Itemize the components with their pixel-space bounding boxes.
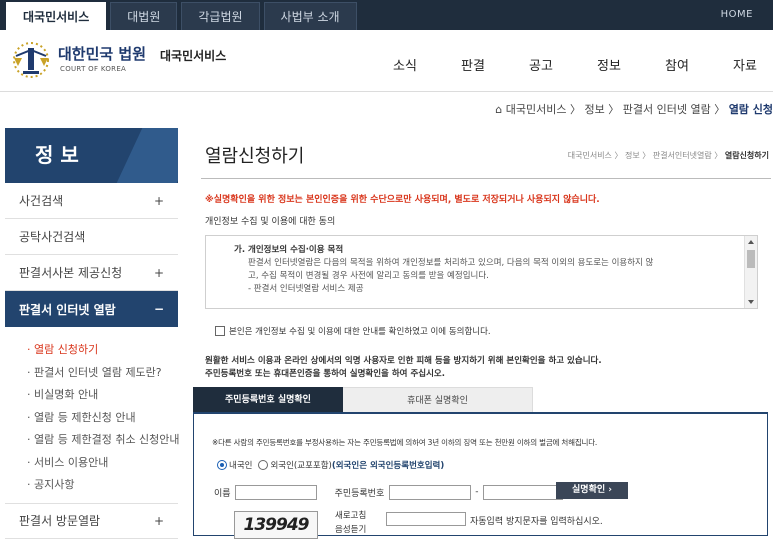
breadcrumb: ⌂ 대국민서비스 〉 정보 〉 판결서 인터넷 열람 〉 열람 신청 bbox=[495, 101, 773, 117]
sidebar: 정 보 사건검색 + 공탁사건검색 판결서사본 제공신청 + 판결서 인터넷 열… bbox=[5, 128, 180, 539]
submenu-restriction-request[interactable]: · 열람 등 제한신청 안내 bbox=[27, 407, 178, 430]
guide-line: 원활한 서비스 이용과 온라인 상에서의 익명 사용자로 인한 피해 등을 방지… bbox=[205, 356, 602, 366]
tab-phone-verify[interactable]: 휴대폰 실명확인 bbox=[343, 387, 533, 413]
verify-button[interactable]: 실명확인 › bbox=[556, 482, 628, 499]
nationality-radios: 내국인 외국인(교포포함) (외국인은 외국인등록번호입력) bbox=[217, 459, 444, 471]
submenu-restriction-cancel[interactable]: · 열람 등 제한결정 취소 신청안내 bbox=[27, 429, 180, 452]
verification-tabs: 주민등록번호 실명확인 휴대폰 실명확인 bbox=[193, 387, 773, 413]
chevron-right-icon: 〉 bbox=[608, 103, 623, 116]
sidebar-item-label: 사건검색 bbox=[19, 194, 64, 208]
sidebar-item-copy-request[interactable]: 판결서사본 제공신청 + bbox=[5, 255, 178, 291]
consent-line: 고, 수집 목적이 변경될 경우 사전에 알리고 동의를 받을 예정입니다. bbox=[248, 271, 489, 281]
main-content: 열람신청하기 대국민서비스 〉 정보 〉 판결서인터넷열람 〉 열람신청하기 ※… bbox=[193, 128, 773, 539]
captcha-refresh-link[interactable]: 새로고침 bbox=[335, 509, 366, 523]
radio-foreign[interactable] bbox=[258, 460, 269, 470]
breadcrumb-item-judgment[interactable]: 판결서 인터넷 열람 bbox=[623, 103, 711, 116]
rrn-label: 주민등록번호 bbox=[334, 488, 385, 499]
submenu-notices[interactable]: · 공지사항 bbox=[27, 474, 178, 497]
chevron-right-icon: 〉 bbox=[714, 103, 729, 116]
minus-icon: − bbox=[153, 302, 164, 316]
rrn-second-input[interactable] bbox=[482, 484, 563, 500]
plus-icon: + bbox=[153, 513, 164, 528]
verification-guide: 원활한 서비스 이용과 온라인 상에서의 익명 사용자로 인한 피해 등을 방지… bbox=[205, 355, 602, 381]
page-title: 열람신청하기 bbox=[205, 146, 305, 167]
sidebar-item-visit-view[interactable]: 판결서 방문열람 + bbox=[5, 502, 178, 539]
submenu-anonymization[interactable]: · 비실명화 안내 bbox=[27, 384, 178, 407]
court-logo-icon[interactable] bbox=[6, 38, 56, 84]
sidebar-item-deposit-search[interactable]: 공탁사건검색 bbox=[5, 219, 178, 255]
home-link[interactable]: HOME bbox=[721, 9, 753, 20]
submenu-system-intro[interactable]: · 판결서 인터넷 열람 제도란? bbox=[27, 362, 178, 385]
logo-subtitle: COURT OF KOREA bbox=[60, 65, 127, 73]
sub-breadcrumb-current: 열람신청하기 bbox=[724, 151, 769, 160]
scroll-up-icon[interactable] bbox=[748, 240, 754, 244]
agree-label: 본인은 개인정보 수집 및 이용에 대한 안내를 확인하였고 이에 동의합니다. bbox=[229, 327, 491, 337]
plus-icon: + bbox=[153, 265, 164, 280]
captcha-input[interactable] bbox=[386, 512, 466, 526]
gnb-info[interactable]: 정보 bbox=[597, 55, 665, 74]
radio-domestic-label[interactable]: 내국인 bbox=[229, 459, 252, 471]
rrn-warning: ※다른 사람의 주민등록번호를 부정사용하는 자는 주민등록법에 의하여 3년 … bbox=[212, 438, 598, 447]
radio-foreign-label[interactable]: 외국인(교포포함) bbox=[270, 459, 331, 471]
service-name[interactable]: 대국민서비스 bbox=[160, 47, 226, 64]
sub-breadcrumb: 대국민서비스 〉 정보 〉 판결서인터넷열람 〉 열람신청하기 bbox=[567, 151, 769, 160]
sidebar-title: 정 보 bbox=[5, 128, 178, 183]
title-divider bbox=[201, 178, 771, 179]
sidebar-submenu: · 열람 신청하기 · 판결서 인터넷 열람 제도란? · 비실명화 안내 · … bbox=[5, 327, 180, 503]
tab-rrn-verify[interactable]: 주민등록번호 실명확인 bbox=[193, 387, 343, 413]
consent-line: - 판결서 인터넷열람 서비스 제공 bbox=[248, 284, 364, 294]
sidebar-item-internet-view[interactable]: 판결서 인터넷 열람 − bbox=[5, 291, 178, 327]
sidebar-item-label: 판결서 방문열람 bbox=[19, 514, 101, 528]
sub-breadcrumb-item[interactable]: 정보 bbox=[625, 151, 640, 160]
gnb-participation[interactable]: 참여 bbox=[665, 55, 733, 74]
top-bar: 대국민서비스 대법원 각급법원 사법부 소개 HOME bbox=[0, 0, 773, 30]
plus-icon: + bbox=[153, 193, 164, 208]
breadcrumb-current: 열람 신청 bbox=[728, 103, 773, 116]
sub-breadcrumb-item[interactable]: 판결서인터넷열람 bbox=[653, 151, 712, 160]
gnb-judgment[interactable]: 판결 bbox=[461, 55, 529, 74]
rrn-first-input[interactable] bbox=[389, 484, 472, 500]
consent-section-heading: 가. 개인정보의 수집·이용 목적 bbox=[234, 245, 344, 255]
submenu-apply[interactable]: · 열람 신청하기 bbox=[27, 339, 178, 362]
captcha-controls: 새로고침 음성듣기 bbox=[335, 509, 366, 537]
consent-textbox[interactable]: 가. 개인정보의 수집·이용 목적 판결서 인터넷열람은 다음의 목적을 위하여… bbox=[205, 235, 758, 309]
consent-heading: 개인정보 수집 및 이용에 대한 동의 bbox=[205, 217, 336, 227]
privacy-notice: ※실명확인을 위한 정보는 본인인증을 위한 수단으로만 사용되며, 별도로 저… bbox=[205, 195, 600, 205]
captcha-hint: 자동입력 방지문자를 입력하십시오. bbox=[470, 517, 603, 527]
breadcrumb-home[interactable]: 대국민서비스 bbox=[506, 103, 567, 116]
agree-checkbox[interactable] bbox=[215, 326, 225, 336]
chevron-right-icon: 〉 bbox=[569, 103, 585, 116]
rrn-verify-form: ※다른 사람의 주민등록번호를 부정사용하는 자는 주민등록법에 의하여 3년 … bbox=[193, 412, 768, 539]
global-nav: 소식 판결 공고 정보 참여 자료 bbox=[393, 55, 773, 74]
top-tab-courts[interactable]: 각급법원 bbox=[181, 2, 260, 30]
scroll-down-icon[interactable] bbox=[748, 300, 754, 304]
consent-scrollbar[interactable] bbox=[744, 236, 757, 308]
foreign-registration-link[interactable]: (외국인은 외국인등록번호입력) bbox=[332, 459, 444, 471]
name-rrn-row: 이름 주민등록번호 - bbox=[214, 484, 563, 500]
radio-domestic[interactable] bbox=[217, 460, 227, 470]
sidebar-item-case-search[interactable]: 사건검색 + bbox=[5, 183, 178, 219]
breadcrumb-item-info[interactable]: 정보 bbox=[584, 103, 604, 116]
consent-line: 판결서 인터넷열람은 다음의 목적을 위하여 개인정보를 처리하고 있으며, 다… bbox=[248, 258, 654, 268]
gnb-notice[interactable]: 공고 bbox=[529, 55, 597, 74]
gnb-news[interactable]: 소식 bbox=[393, 55, 461, 74]
sub-breadcrumb-item[interactable]: 대국민서비스 bbox=[568, 151, 612, 160]
gnb-resources[interactable]: 자료 bbox=[733, 55, 773, 74]
sidebar-item-label: 판결서사본 제공신청 bbox=[19, 266, 123, 280]
top-tab-judiciary-intro[interactable]: 사법부 소개 bbox=[263, 2, 357, 30]
sidebar-item-label: 공탁사건검색 bbox=[19, 230, 86, 244]
name-label: 이름 bbox=[214, 488, 231, 499]
logo-title[interactable]: 대한민국 법원 bbox=[58, 43, 146, 64]
guide-line: 주민등록번호 또는 휴대폰인증을 통하여 실명확인을 하여 주십시오. bbox=[205, 369, 445, 379]
site-header: 대한민국 법원 COURT OF KOREA 대국민서비스 소식 판결 공고 정… bbox=[0, 30, 773, 92]
name-input[interactable] bbox=[234, 484, 317, 500]
sidebar-item-label: 판결서 인터넷 열람 bbox=[19, 302, 116, 317]
top-tab-supreme-court[interactable]: 대법원 bbox=[110, 2, 178, 30]
consent-agree[interactable]: 본인은 개인정보 수집 및 이용에 대한 안내를 확인하였고 이에 동의합니다. bbox=[215, 325, 491, 337]
rrn-dash: - bbox=[475, 487, 479, 497]
top-tab-public-service[interactable]: 대국민서비스 bbox=[6, 2, 107, 30]
home-icon: ⌂ bbox=[495, 103, 503, 116]
submenu-service-guide[interactable]: · 서비스 이용안내 bbox=[27, 452, 178, 475]
scroll-thumb[interactable] bbox=[747, 250, 755, 268]
